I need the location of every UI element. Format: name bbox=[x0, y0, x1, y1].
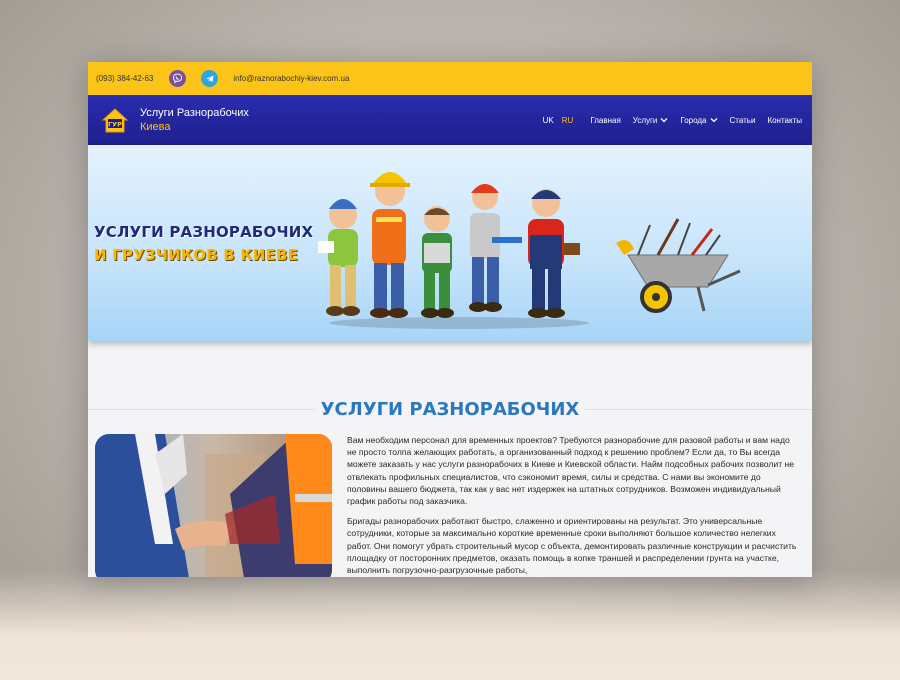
logo-icon[interactable]: ГУР bbox=[100, 105, 130, 135]
hero-title-line2: И ГРУЗЧИКОВ В КИЕВЕ bbox=[94, 246, 299, 264]
lang-uk[interactable]: UK bbox=[543, 116, 554, 125]
telegram-icon[interactable] bbox=[201, 70, 219, 87]
nav-item-articles[interactable]: Статьи bbox=[730, 116, 756, 125]
section-title: УСЛУГИ РАЗНОРАБОЧИХ bbox=[314, 398, 586, 420]
section-body: Вам необходим персонал для временных про… bbox=[347, 434, 801, 577]
contact-topbar: (093) 384-42-63 info@raznorabochiy-kiev.… bbox=[88, 62, 812, 95]
nav-item-label: Статьи bbox=[729, 115, 756, 125]
workers-illustration bbox=[318, 172, 589, 329]
nav-item-services[interactable]: Услуги bbox=[633, 116, 669, 125]
nav-item-cities[interactable]: Города bbox=[680, 116, 717, 125]
nav-item-label: Города bbox=[680, 115, 707, 125]
brand-line2: Киева bbox=[140, 121, 171, 133]
svg-text:ГУР: ГУР bbox=[108, 121, 122, 129]
body-paragraph-2: Бригады разнорабочих работают быстро, сл… bbox=[347, 516, 797, 576]
nav-menu: UK RU Главная Услуги Города Статьи Конта… bbox=[543, 116, 802, 125]
phone-link[interactable]: (093) 384-42-63 bbox=[96, 74, 153, 83]
main-navbar: ГУР Услуги Разнорабочих Киева UK RU Глав… bbox=[88, 95, 812, 145]
hero-title-line1: УСЛУГИ РАЗНОРАБОЧИХ bbox=[94, 223, 314, 241]
background-vignette bbox=[0, 570, 900, 680]
nav-item-label: Услуги bbox=[632, 115, 658, 125]
viber-icon[interactable] bbox=[169, 70, 187, 87]
hero-title: УСЛУГИ РАЗНОРАБОЧИХ И ГРУЗЧИКОВ В КИЕВЕ bbox=[94, 221, 313, 267]
handshake-photo bbox=[95, 434, 332, 577]
body-paragraph-1: Вам необходим персонал для временных про… bbox=[347, 435, 795, 507]
nav-item-label: Главная bbox=[590, 115, 621, 125]
wheelbarrow-tools-illustration bbox=[616, 218, 741, 313]
lang-ru[interactable]: RU bbox=[562, 116, 574, 125]
nav-item-contacts[interactable]: Контакты bbox=[767, 116, 802, 125]
chevron-down-icon bbox=[660, 118, 668, 123]
nav-item-label: Контакты bbox=[767, 115, 802, 125]
brand-line1: Услуги Разнорабочих bbox=[140, 107, 249, 119]
section-header: УСЛУГИ РАЗНОРАБОЧИХ bbox=[88, 394, 812, 424]
nav-item-home[interactable]: Главная bbox=[590, 116, 620, 125]
chevron-down-icon bbox=[710, 118, 717, 123]
email-link[interactable]: info@raznorabochiy-kiev.com.ua bbox=[233, 74, 349, 83]
hero-banner: УСЛУГИ РАЗНОРАБОЧИХ И ГРУЗЧИКОВ В КИЕВЕ bbox=[88, 145, 812, 341]
website-frame: (093) 384-42-63 info@raznorabochiy-kiev.… bbox=[88, 62, 812, 577]
brand-name[interactable]: Услуги Разнорабочих Киева bbox=[140, 106, 249, 134]
